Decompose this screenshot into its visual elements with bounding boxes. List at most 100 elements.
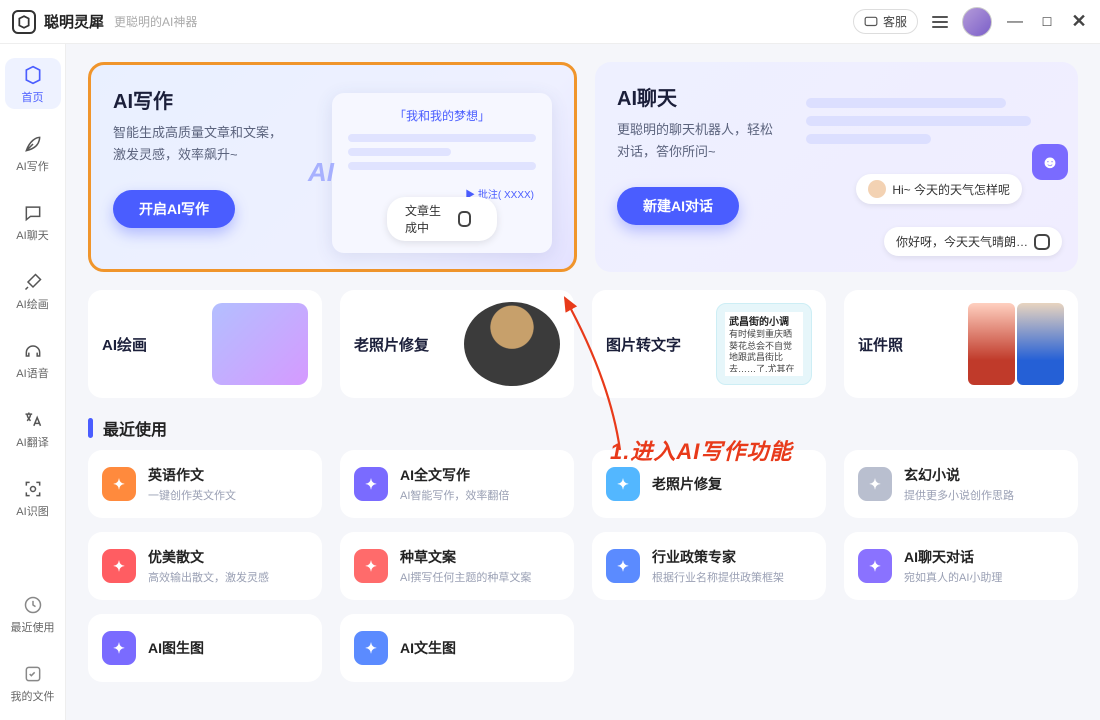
scan-icon [22,478,44,500]
recent-title: 种草文案 [400,547,531,567]
recent-card[interactable]: ✦ 种草文案 AI撰写任何主题的种草文案 [340,532,574,600]
face-icon [868,180,886,198]
recent-title: 行业政策专家 [652,547,784,567]
recent-card[interactable]: ✦ 玄幻小说 提供更多小说创作思路 [844,450,1078,518]
headphone-icon [22,340,44,362]
recent-icon: ✦ [354,549,388,583]
feature-thumb-ocr: 武昌街的小调 有时候到重庆晒葵花总会不自觉地跟武昌街比去……了,尤其在这街市与闹… [716,303,812,385]
recent-title: AI全文写作 [400,465,509,485]
generating-pill: 文章生成中 [387,197,497,241]
sidebar-item-voice[interactable]: AI语音 [5,334,61,385]
recent-title: AI文生图 [400,638,456,658]
write-mock-window: AI 「我和我的梦想」 ▶ 批注( XXXX) 文章生成中 [332,93,552,253]
avatar[interactable] [962,7,992,37]
accent-bar [88,418,93,438]
sidebar-item-recent[interactable]: 最近使用 [5,588,61,639]
recent-title: 优美散文 [148,547,269,567]
title-bar: 聪明灵犀 更聪明的AI神器 客服 — ☐ ✕ [0,0,1100,44]
recent-card[interactable]: ✦ 优美散文 高效输出散文，激发灵感 [88,532,322,600]
hero-chat-desc: 更聪明的聊天机器人，轻松 对话，答你所问~ [617,119,817,163]
feature-card-paint[interactable]: AI绘画 [88,290,322,398]
ai-tag: AI [308,157,334,188]
recent-card[interactable]: ✦ AI全文写作 AI智能写作，效率翻倍 [340,450,574,518]
recent-heading: 最近使用 [103,416,167,440]
feather-icon [22,133,44,155]
recent-icon: ✦ [858,467,892,501]
app-name: 聪明灵犀 [44,11,104,32]
support-button[interactable]: 客服 [853,9,918,34]
recent-card[interactable]: ✦ AI文生图 [340,614,574,682]
chat-mock-window: ☻ Hi~ 今天的天气怎样呢 你好呀，今天天气晴朗… [806,90,1056,250]
recent-title: AI图生图 [148,638,204,658]
sidebar: 首页 AI写作 AI聊天 AI绘画 AI语音 AI翻译 AI识图 最近使用 我的… [0,44,66,720]
sidebar-item-vision[interactable]: AI识图 [5,472,61,523]
feature-card-idphoto[interactable]: 证件照 [844,290,1078,398]
chat-bubble-1: Hi~ 今天的天气怎样呢 [856,174,1022,204]
recent-sub: 一键创作英文作文 [148,487,236,503]
sidebar-item-label: 我的文件 [5,688,61,704]
recent-title: 英语作文 [148,465,236,485]
home-icon [22,64,44,86]
recent-icon: ✦ [102,549,136,583]
sidebar-item-translate[interactable]: AI翻译 [5,403,61,454]
sidebar-item-files[interactable]: 我的文件 [5,657,61,708]
chat-bubble-2: 你好呀，今天天气晴朗… [884,227,1062,256]
folder-icon [22,663,44,685]
hex-icon [458,211,471,227]
recent-sub: AI智能写作，效率翻倍 [400,487,509,503]
app-subtitle: 更聪明的AI神器 [114,13,197,30]
recent-icon: ✦ [354,467,388,501]
mock-doc-title: 「我和我的梦想」 [348,107,536,124]
sidebar-item-label: AI写作 [5,158,61,174]
hero-card-chat[interactable]: AI聊天 更聪明的聊天机器人，轻松 对话，答你所问~ 新建AI对话 ☻ Hi~ … [595,62,1078,272]
recent-icon: ✦ [858,549,892,583]
sidebar-item-label: 首页 [5,89,61,105]
support-label: 客服 [883,13,907,30]
minimize-button[interactable]: — [1006,13,1024,31]
chat-icon [22,202,44,224]
brush-icon [22,271,44,293]
hero-card-write[interactable]: AI写作 智能生成高质量文章和文案， 激发灵感，效率飙升~ 开启AI写作 AI … [88,62,577,272]
recent-card[interactable]: ✦ 英语作文 一键创作英文作文 [88,450,322,518]
hero-write-desc: 智能生成高质量文章和文案， 激发灵感，效率飙升~ [113,122,313,166]
recent-icon: ✦ [606,467,640,501]
sidebar-item-paint[interactable]: AI绘画 [5,265,61,316]
maximize-button[interactable]: ☐ [1038,15,1056,29]
app-logo-icon [12,10,36,34]
recent-icon: ✦ [102,631,136,665]
feature-title: 证件照 [858,334,903,355]
sidebar-item-home[interactable]: 首页 [5,58,61,109]
start-write-button[interactable]: 开启AI写作 [113,190,235,228]
annotation-text: 1.进入AI写作功能 [610,434,792,466]
recent-title: 老照片修复 [652,474,722,494]
menu-icon[interactable] [932,16,948,28]
feature-card-restore[interactable]: 老照片修复 [340,290,574,398]
recent-title: AI聊天对话 [904,547,1002,567]
recent-card[interactable]: ✦ AI图生图 [88,614,322,682]
recent-title: 玄幻小说 [904,465,1014,485]
recent-card[interactable]: ✦ AI聊天对话 宛如真人的AI小助理 [844,532,1078,600]
hex-icon [1034,234,1050,250]
recent-grid: ✦ 英语作文 一键创作英文作文 ✦ AI全文写作 AI智能写作，效率翻倍 ✦ 老… [88,450,1078,682]
feature-thumb-id [968,303,1064,385]
feature-title: AI绘画 [102,334,147,355]
sidebar-item-label: 最近使用 [5,619,61,635]
sidebar-item-write[interactable]: AI写作 [5,127,61,178]
recent-sub: 高效输出散文，激发灵感 [148,569,269,585]
sidebar-item-label: AI绘画 [5,296,61,312]
recent-sub: 根据行业名称提供政策框架 [652,569,784,585]
sidebar-item-label: AI聊天 [5,227,61,243]
recent-icon: ✦ [606,549,640,583]
sidebar-item-label: AI识图 [5,503,61,519]
recent-sub: 宛如真人的AI小助理 [904,569,1002,585]
recent-sub: AI撰写任何主题的种草文案 [400,569,531,585]
feature-thumb-paint [212,303,308,385]
close-button[interactable]: ✕ [1070,11,1088,32]
feature-title: 老照片修复 [354,334,429,355]
new-chat-button[interactable]: 新建AI对话 [617,187,739,225]
translate-icon [22,409,44,431]
sidebar-item-chat[interactable]: AI聊天 [5,196,61,247]
recent-card[interactable]: ✦ 行业政策专家 根据行业名称提供政策框架 [592,532,826,600]
sidebar-item-label: AI语音 [5,365,61,381]
robot-icon: ☻ [1032,144,1068,180]
